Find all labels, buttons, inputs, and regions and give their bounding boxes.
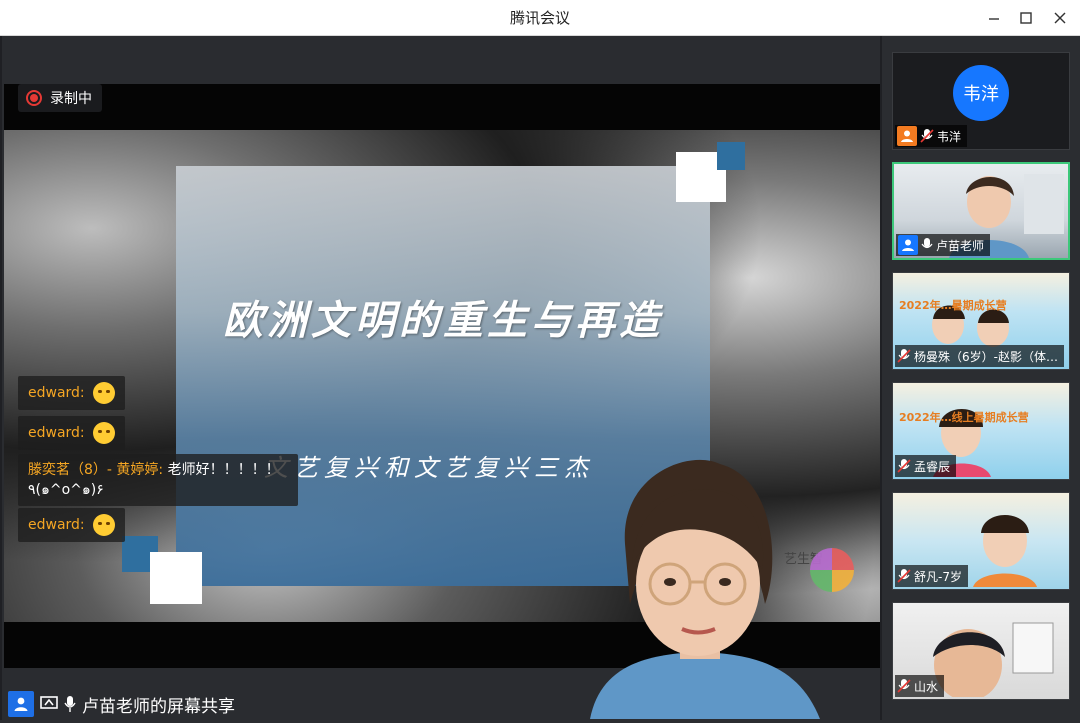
participant-tile[interactable]: 2022年…线上暑期成长营 孟睿辰 <box>892 382 1070 480</box>
banner-text: 2022年…线上暑期成长营 <box>899 411 1029 424</box>
participant-tile[interactable]: 2022年…暑期成长营 杨曼殊（6岁）-赵影（体… <box>892 272 1070 370</box>
microphone-muted-icon <box>897 349 911 363</box>
participant-label: 韦洋 <box>895 125 968 147</box>
recording-indicator[interactable]: 录制中 <box>18 84 102 112</box>
share-label: 卢苗老师的屏幕共享 <box>82 696 235 717</box>
record-icon <box>26 90 42 106</box>
participant-label: 孟睿辰 <box>895 455 957 477</box>
minimize-icon <box>989 18 999 20</box>
participant-tile[interactable]: 卢苗老师 <box>892 162 1070 260</box>
chat-message: edward: <box>18 416 126 450</box>
participant-name: 韦洋 <box>937 129 962 144</box>
close-button[interactable] <box>1048 6 1072 30</box>
hand-over-mouth-emoji-icon <box>93 422 116 444</box>
user-icon <box>897 126 917 146</box>
participant-name: 山水 <box>914 679 939 694</box>
microphone-muted-icon <box>897 679 911 693</box>
microphone-muted-icon <box>920 129 934 143</box>
banner-text: 2022年…暑期成长营 <box>899 299 1007 312</box>
chat-sender: edward: <box>28 517 85 533</box>
chat-message: 滕奕茗（8）- 黄婷婷: 老师好！！！！！ ٩(๑^o^๑)۶ <box>18 454 298 506</box>
crying-emoji-icon <box>93 514 116 536</box>
chat-message: edward: <box>18 508 126 542</box>
chat-sender: edward: <box>28 425 85 441</box>
participant-name: 卢苗老师 <box>936 238 985 253</box>
title-bar: 腾讯会议 <box>0 0 1080 36</box>
participant-sidebar: 韦洋 韦洋 卢苗老师 2022年…暑期成长营 杨曼殊（6岁）-赵影（体… 202… <box>882 36 1080 720</box>
decor-square <box>717 142 745 170</box>
user-icon <box>898 235 918 255</box>
main-stage: 欧洲文明的重生与再造 文艺复兴和文艺复兴三杰 艺生智 录制中 edward: e… <box>2 36 880 720</box>
shared-screen: 欧洲文明的重生与再造 文艺复兴和文艺复兴三杰 艺生智 <box>4 84 880 719</box>
user-icon <box>8 691 34 717</box>
microphone-muted-icon <box>897 459 911 473</box>
chat-sender: edward: <box>28 385 85 401</box>
screen-share-icon <box>40 696 58 709</box>
microphone-icon <box>921 238 933 249</box>
presenter-video <box>570 454 830 719</box>
decor-square <box>150 552 202 604</box>
chat-text-line2: ٩(๑^o^๑)۶ <box>28 482 104 498</box>
participant-label: 山水 <box>895 675 945 697</box>
participant-label: 舒凡-7岁 <box>895 565 968 587</box>
avatar: 韦洋 <box>953 65 1009 121</box>
participant-tile[interactable]: 韦洋 韦洋 <box>892 52 1070 150</box>
maximize-button[interactable] <box>1014 6 1038 30</box>
slide-title: 欧洲文明的重生与再造 <box>223 297 663 344</box>
chat-text: 老师好！！！！！ <box>163 462 280 478</box>
participant-name: 舒凡-7岁 <box>914 569 962 584</box>
microphone-icon <box>64 696 76 712</box>
participant-tile[interactable]: 舒凡-7岁 <box>892 492 1070 590</box>
participant-name: 孟睿辰 <box>914 459 951 474</box>
screen-share-bar: 卢苗老师的屏幕共享 <box>4 690 241 718</box>
laughing-tears-emoji-icon <box>93 382 116 404</box>
chat-sender: 滕奕茗（8）- 黄婷婷: <box>28 462 164 478</box>
participant-label: 卢苗老师 <box>896 234 991 256</box>
chat-message: edward: <box>18 376 126 410</box>
window-title: 腾讯会议 <box>509 9 570 27</box>
maximize-icon <box>1020 12 1032 24</box>
microphone-muted-icon <box>897 569 911 583</box>
recording-label: 录制中 <box>50 91 92 107</box>
close-icon <box>1054 12 1066 24</box>
presenter-figure <box>590 459 820 719</box>
minimize-button[interactable] <box>982 6 1006 30</box>
participant-tile[interactable]: 山水 <box>892 602 1070 700</box>
participant-name: 杨曼殊（6岁）-赵影（体… <box>914 349 1058 364</box>
participant-label: 杨曼殊（6岁）-赵影（体… <box>895 345 1064 367</box>
meeting-window: 腾讯会议 欧洲文明的重生与再造 文艺复兴和文艺复兴三杰 艺生智 录制中 edwa… <box>0 0 1080 720</box>
